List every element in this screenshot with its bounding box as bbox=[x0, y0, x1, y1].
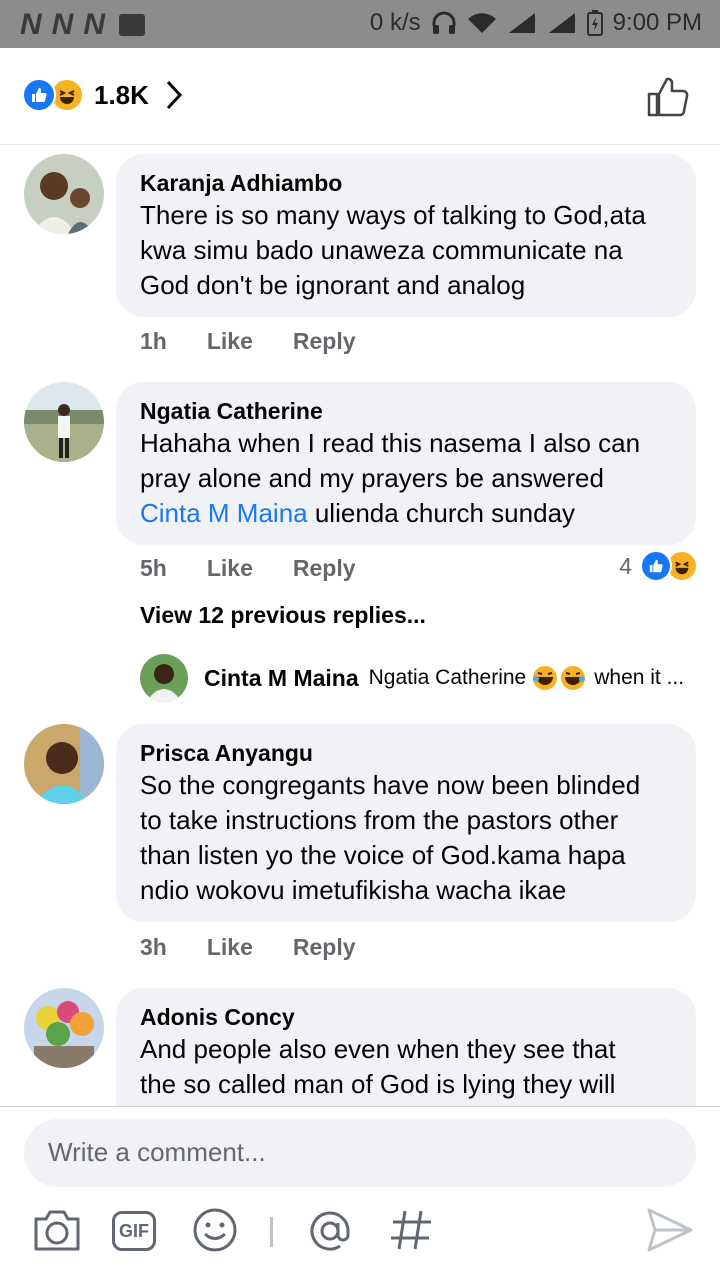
latest-reply[interactable]: Cinta M Maina Ngatia Catherine when it .… bbox=[140, 654, 684, 702]
laughing-emoji-icon bbox=[561, 666, 586, 690]
comment-bubble[interactable]: Adonis Concy And people also even when t… bbox=[116, 988, 696, 1108]
comment-line: So the congregants have now been blinded bbox=[140, 770, 641, 800]
chevron-right-icon bbox=[166, 80, 182, 110]
avatar[interactable] bbox=[24, 154, 104, 234]
notification-icon: N bbox=[20, 8, 42, 41]
status-bar: N N N 0 k/s 9:00 PM bbox=[0, 0, 720, 48]
comment-bubble[interactable]: Ngatia Catherine Hahaha when I read this… bbox=[116, 382, 696, 545]
avatar[interactable] bbox=[24, 382, 104, 462]
comment-actions: 5h Like Reply bbox=[140, 555, 356, 582]
comment-input[interactable]: Write a comment... bbox=[24, 1119, 696, 1187]
comment-line: And people also even when they see that bbox=[140, 1034, 616, 1064]
comment-author[interactable]: Ngatia Catherine bbox=[140, 396, 672, 426]
notification-icon: N bbox=[83, 8, 105, 41]
comment-text: And people also even when they see that … bbox=[140, 1032, 672, 1102]
comment-line: God don't be ignorant and analog bbox=[140, 270, 526, 300]
comment-time: 1h bbox=[140, 328, 167, 354]
toolbar-divider bbox=[270, 1217, 273, 1247]
comment-line: to take instructions from the pastors ot… bbox=[140, 805, 619, 835]
status-right: 0 k/s 9:00 PM bbox=[370, 9, 702, 37]
gif-icon[interactable]: GIF bbox=[112, 1211, 156, 1251]
comment-text: There is so many ways of talking to God,… bbox=[140, 198, 672, 303]
send-icon[interactable] bbox=[646, 1207, 694, 1253]
avatar[interactable] bbox=[24, 724, 104, 804]
composer-toolbar: GIF bbox=[30, 1207, 700, 1267]
reaction-count: 1.8K bbox=[94, 79, 149, 110]
comments-sheet: 1.8K Karanja Adhiambo There is so many w… bbox=[0, 48, 720, 1281]
reply-text: when it ... bbox=[594, 666, 685, 689]
hashtag-icon[interactable] bbox=[388, 1207, 434, 1253]
like-button[interactable]: Like bbox=[207, 328, 253, 355]
comment-line: pray alone and my prayers be answered bbox=[140, 463, 604, 493]
comment-time: 3h bbox=[140, 934, 167, 960]
like-button[interactable]: Like bbox=[207, 555, 253, 582]
camera-icon[interactable] bbox=[32, 1207, 82, 1253]
comment-line: kwa simu bado unaweza communicate na bbox=[140, 235, 623, 265]
laughing-emoji-icon bbox=[533, 666, 558, 690]
comment-line-tail: ulienda church sunday bbox=[307, 498, 576, 528]
comment-time: 5h bbox=[140, 555, 167, 581]
signal-icon-2 bbox=[548, 13, 575, 33]
signal-icon bbox=[508, 13, 535, 33]
comment-line: ndio wokovu imetufikisha wacha ikae bbox=[140, 875, 567, 905]
reply-mention: Ngatia Catherine bbox=[368, 666, 527, 689]
comment-author[interactable]: Prisca Anyangu bbox=[140, 738, 672, 768]
comment-text: So the congregants have now been blinded… bbox=[140, 768, 672, 908]
like-button[interactable]: Like bbox=[207, 934, 253, 961]
reply-button[interactable]: Reply bbox=[293, 934, 356, 961]
comment-author[interactable]: Adonis Concy bbox=[140, 1002, 672, 1032]
view-previous-replies[interactable]: View 12 previous replies... bbox=[140, 602, 426, 629]
network-speed: 0 k/s bbox=[369, 9, 421, 36]
comment-bubble[interactable]: Prisca Anyangu So the congregants have n… bbox=[116, 724, 696, 922]
comment-text: Hahaha when I read this nasema I also ca… bbox=[140, 426, 672, 531]
comment-actions: 1h Like Reply bbox=[140, 328, 356, 355]
headphones-icon bbox=[432, 11, 456, 34]
comment-reactions[interactable]: 4 bbox=[619, 550, 698, 582]
reply-button[interactable]: Reply bbox=[293, 328, 356, 355]
clock: 9:00 PM bbox=[612, 9, 702, 36]
comment-reaction-count: 4 bbox=[619, 552, 632, 579]
wifi-icon bbox=[467, 13, 496, 33]
status-left: N N N bbox=[20, 8, 146, 42]
like-post-button[interactable] bbox=[646, 76, 690, 118]
mention-link[interactable]: Cinta M Maina bbox=[140, 498, 308, 528]
comment-bubble[interactable]: Karanja Adhiambo There is so many ways o… bbox=[116, 154, 696, 317]
comment-author[interactable]: Karanja Adhiambo bbox=[140, 168, 672, 198]
comment-line: than listen yo the voice of God.kama hap… bbox=[140, 840, 626, 870]
comment-composer: Write a comment... GIF bbox=[0, 1106, 720, 1281]
reactions-header: 1.8K bbox=[0, 48, 720, 145]
notification-icon: N bbox=[51, 8, 74, 41]
battery-icon bbox=[586, 10, 603, 36]
comment-line: There is so many ways of talking to God,… bbox=[140, 200, 646, 230]
reply-author[interactable]: Cinta M Maina bbox=[204, 665, 359, 692]
like-icon bbox=[640, 550, 672, 582]
avatar[interactable] bbox=[140, 654, 188, 702]
comment-line: Hahaha when I read this nasema I also ca… bbox=[140, 428, 641, 458]
image-notification-icon bbox=[119, 14, 146, 36]
comment-line: Cinta M Maina ulienda church sunday bbox=[140, 496, 672, 531]
comment-line: the so called man of God is lying they w… bbox=[140, 1069, 616, 1099]
like-icon bbox=[22, 78, 56, 112]
reply-button[interactable]: Reply bbox=[293, 555, 356, 582]
reactions-summary[interactable]: 1.8K bbox=[22, 78, 183, 112]
mention-icon[interactable] bbox=[306, 1207, 354, 1255]
avatar[interactable] bbox=[24, 988, 104, 1068]
comment-actions: 3h Like Reply bbox=[140, 934, 356, 961]
emoji-icon[interactable] bbox=[192, 1207, 238, 1253]
